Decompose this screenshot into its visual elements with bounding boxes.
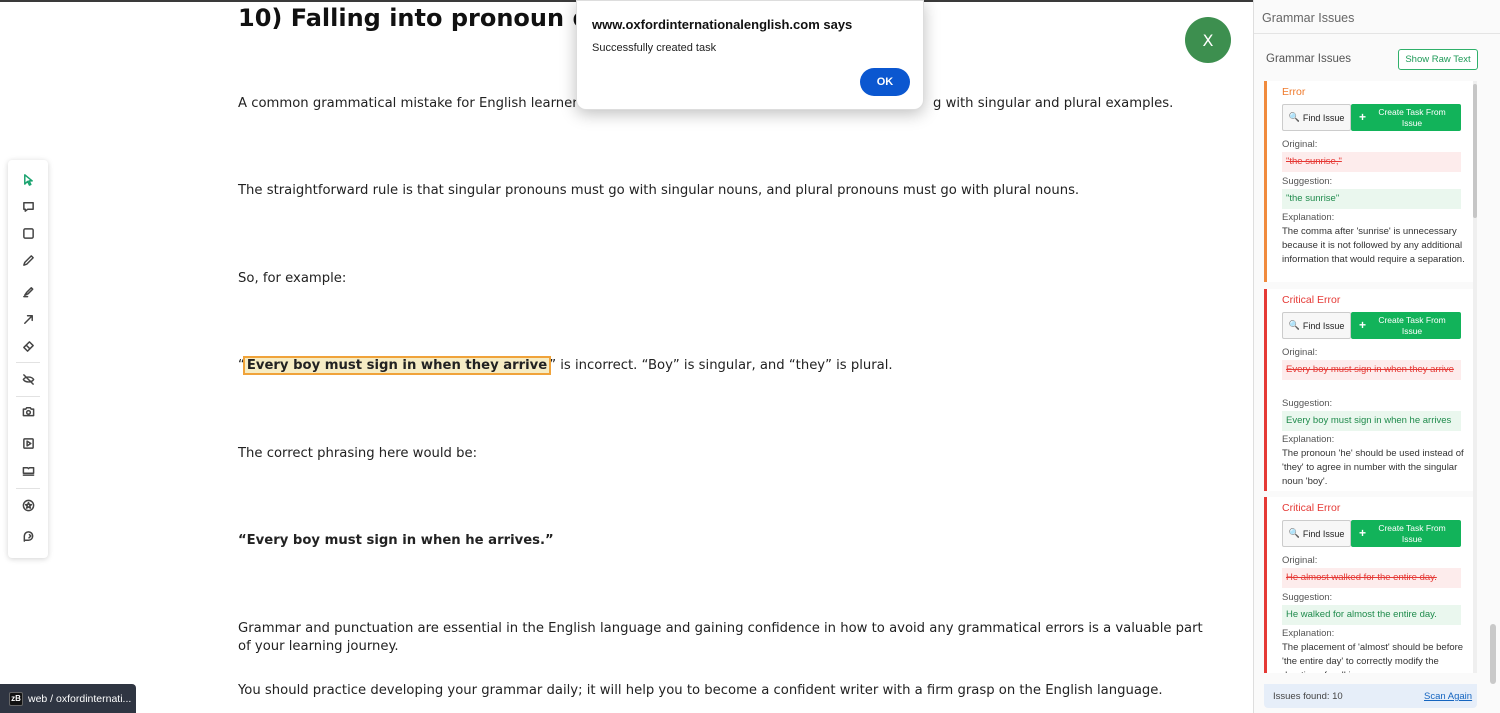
original-text: Every boy must sign in when they arrive [1282,360,1461,380]
close-button[interactable]: X [1185,17,1231,63]
paragraph-rule: The straightforward rule is that singula… [238,183,1080,198]
annotation-toolbar [8,160,48,558]
toolbar-divider [16,362,40,363]
browser-tab[interactable]: zB web / oxfordinternati... [0,684,136,713]
show-raw-text-button[interactable]: Show Raw Text [1398,49,1478,70]
arrow-icon[interactable] [18,309,38,329]
panel-footer: Issues found: 10 Scan Again [1264,684,1477,708]
paragraph-correct-example: “Every boy must sign in when he arrives.… [238,533,554,548]
create-task-button[interactable]: + Create Task From Issue [1351,312,1461,339]
plus-icon: + [1359,526,1367,540]
scan-again-link[interactable]: Scan Again [1424,691,1472,702]
find-issue-button[interactable]: 🔍 Find Issue [1282,520,1351,547]
paragraph-grammar-importance: Grammar and punctuation are essential in… [238,621,1203,654]
eraser-icon[interactable] [18,336,38,356]
paragraph-example-intro: So, for example: [238,271,347,286]
suggestion-label: Suggestion: [1282,176,1333,187]
dialog-title: www.oxfordinternationalenglish.com says [592,17,853,32]
comment-icon[interactable] [18,196,38,216]
explanation-label: Explanation: [1282,212,1335,223]
paragraph-intro-tail: g with singular and plural examples. [933,96,1174,111]
suggestion-text: He walked for almost the entire day. [1282,605,1461,625]
paragraph-incorrect-example: “Every boy must sign in when they arrive… [238,356,893,375]
paragraph-practice: You should practice developing your gram… [238,683,1163,698]
page-scroll-thumb[interactable] [1490,624,1496,684]
suggestion-text: "the sunrise" [1282,189,1461,209]
issue-type: Error [1282,86,1306,98]
highlighted-issue[interactable]: Every boy must sign in when they arrive [242,356,552,375]
app-logo: zB [9,691,23,706]
issue-type: Critical Error [1282,502,1341,514]
explanation-text: The pronoun 'he' should be used instead … [1282,448,1464,487]
original-text: He almost walked for the entire day. [1282,568,1461,588]
feedback-icon[interactable] [18,526,38,546]
panel-title: Grammar Issues [1262,11,1355,25]
ok-button[interactable]: OK [860,68,910,96]
explanation-label: Explanation: [1282,628,1335,639]
magnifier-icon: 🔍 [1288,528,1300,538]
magnifier-icon: 🔍 [1288,112,1300,122]
suggestion-label: Suggestion: [1282,592,1333,603]
suggestion-label: Suggestion: [1282,398,1333,409]
explanation-text: The placement of 'almost' should be befo… [1282,642,1464,673]
book-icon[interactable] [18,460,38,480]
panel-subtitle: Grammar Issues [1266,53,1351,65]
issue-card: Critical Error 🔍 Find Issue + Create Task … [1264,289,1474,491]
original-text: "the sunrise," [1282,152,1461,172]
create-task-button[interactable]: + Create Task From Issue [1351,520,1461,547]
original-label: Original: [1282,139,1318,150]
find-issue-button[interactable]: 🔍 Find Issue [1282,104,1351,131]
issues-count: Issues found: 10 [1273,691,1343,702]
tab-label: web / oxfordinternati... [28,692,132,705]
paragraph-correct-intro: The correct phrasing here would be: [238,446,478,461]
original-label: Original: [1282,555,1318,566]
hide-icon[interactable] [18,369,38,389]
explanation-label: Explanation: [1282,434,1335,445]
pointer-icon[interactable] [18,169,38,189]
rectangle-icon[interactable] [18,223,38,243]
star-icon[interactable] [18,495,38,515]
issue-card: Critical Error 🔍 Find Issue + Create Task … [1264,497,1474,673]
toolbar-divider [16,488,40,489]
grammar-panel: Grammar Issues Grammar Issues Show Raw T… [1253,0,1500,713]
panel-divider [1254,33,1500,34]
alert-dialog: www.oxfordinternationalenglish.com says … [576,0,924,110]
plus-icon: + [1359,110,1367,124]
issue-list: Error 🔍 Find Issue + Create Task From Issu… [1264,81,1474,673]
issue-type: Critical Error [1282,294,1341,306]
find-issue-button[interactable]: 🔍 Find Issue [1282,312,1351,339]
plus-icon: + [1359,318,1367,332]
toolbar-divider [16,396,40,397]
explanation-text: The comma after 'sunrise' is unnecessary… [1282,226,1465,265]
record-icon[interactable] [18,433,38,453]
create-task-button[interactable]: + Create Task From Issue [1351,104,1461,131]
pencil-icon[interactable] [18,250,38,270]
magnifier-icon: 🔍 [1288,320,1300,330]
issue-card: Error 🔍 Find Issue + Create Task From Issu… [1264,81,1474,282]
camera-icon[interactable] [18,401,38,421]
suggestion-text: Every boy must sign in when he arrives [1282,411,1461,431]
highlighter-icon[interactable] [18,281,38,301]
article-heading: 10) Falling into pronoun disa [238,4,629,32]
dialog-message: Successfully created task [592,42,717,54]
original-label: Original: [1282,347,1318,358]
issue-list-scroll-thumb[interactable] [1473,84,1477,218]
